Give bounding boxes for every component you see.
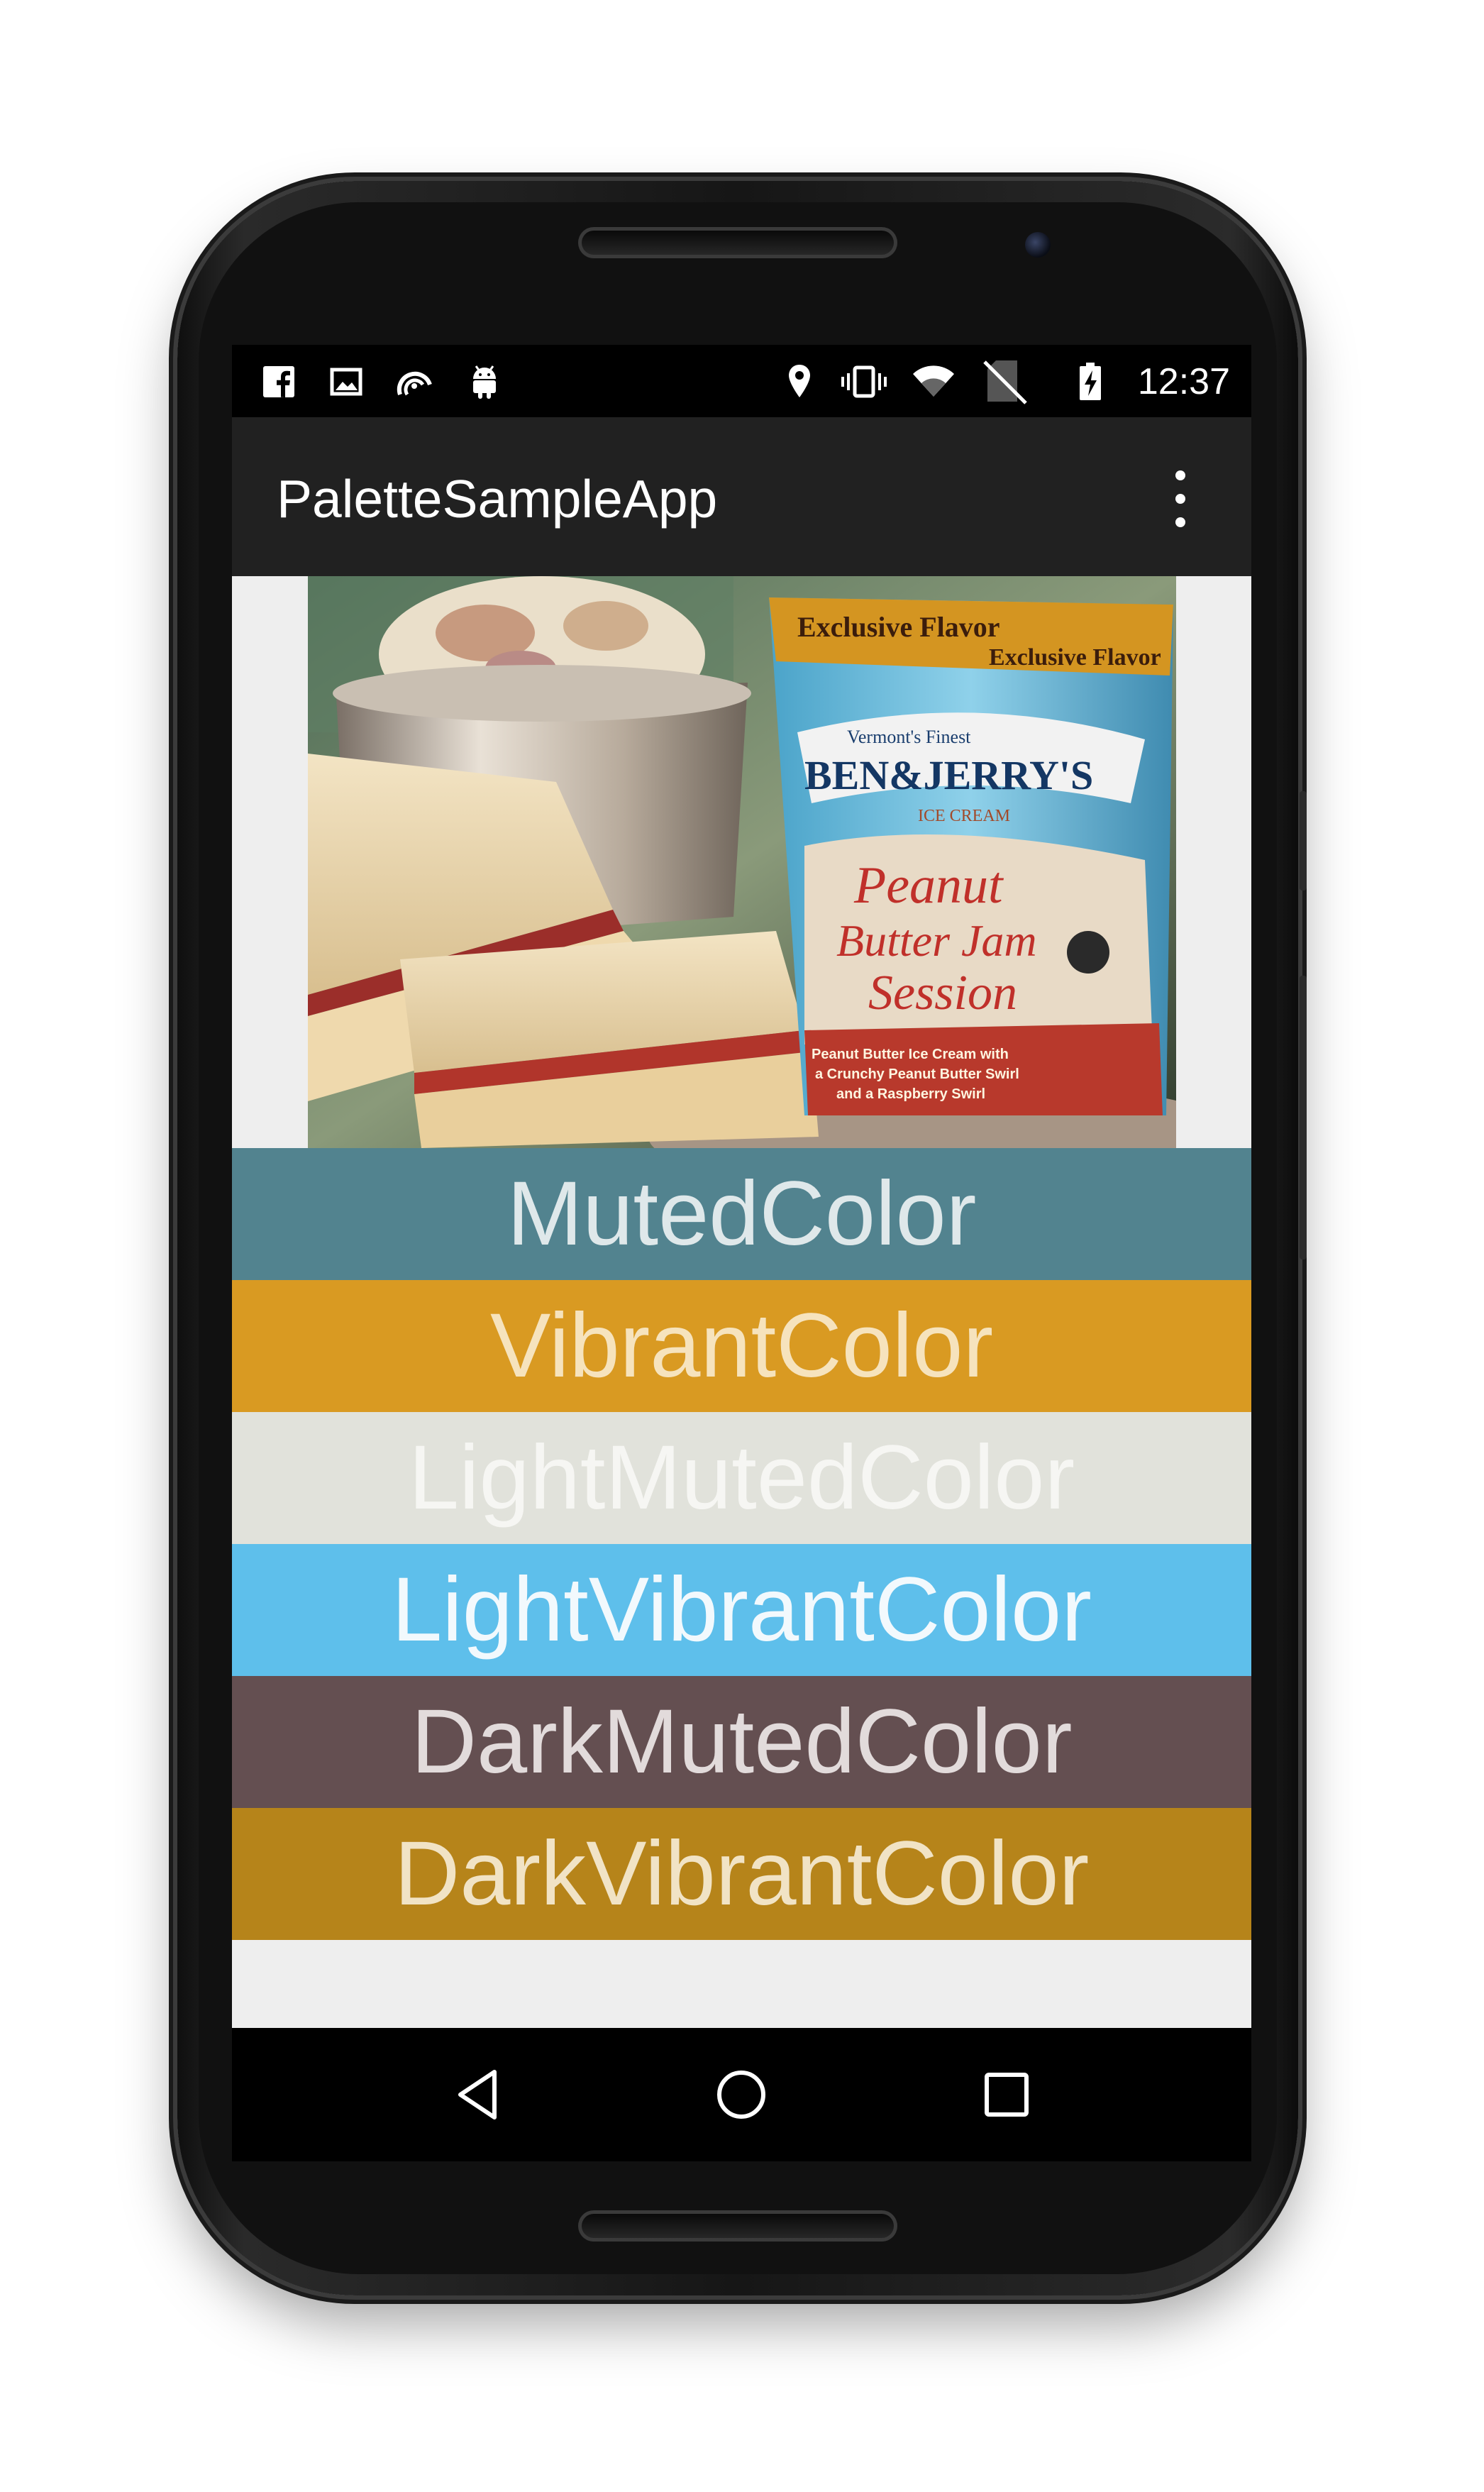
device-screen: 12:37 PaletteSampleApp Exclusive Flavor … bbox=[232, 345, 1251, 2161]
swatch-label: DarkMutedColor bbox=[411, 1691, 1073, 1792]
swatch-light-vibrant: LightVibrantColor bbox=[232, 1544, 1251, 1676]
app-title: PaletteSampleApp bbox=[277, 469, 718, 529]
content-area: Exclusive Flavor Exclusive Flavor Vermon… bbox=[232, 576, 1251, 2028]
facebook-icon bbox=[260, 363, 297, 400]
swatch-label: DarkVibrantColor bbox=[394, 1823, 1090, 1924]
pint-tagline: Vermont's Finest bbox=[847, 727, 971, 747]
power-button bbox=[1300, 791, 1307, 891]
pint-flavor-2: Butter Jam bbox=[836, 915, 1037, 966]
recents-square-icon[interactable] bbox=[971, 2059, 1042, 2130]
sample-photo: Exclusive Flavor Exclusive Flavor Vermon… bbox=[308, 576, 1176, 1148]
menu-dot bbox=[1175, 517, 1185, 527]
android-icon bbox=[466, 363, 503, 400]
back-triangle-icon[interactable] bbox=[443, 2059, 514, 2130]
wifi-icon bbox=[910, 363, 957, 400]
swatch-label: MutedColor bbox=[506, 1163, 977, 1264]
status-bar: 12:37 bbox=[232, 345, 1251, 417]
vibrate-icon bbox=[841, 363, 887, 400]
sync-icon bbox=[394, 363, 436, 400]
no-sim-icon bbox=[980, 360, 1030, 404]
location-icon bbox=[785, 363, 814, 400]
pint-desc-3: and a Raspberry Swirl bbox=[836, 1086, 985, 1102]
pint-subbrand: ICE CREAM bbox=[918, 807, 1010, 825]
home-circle-icon[interactable] bbox=[706, 2059, 777, 2130]
volume-button bbox=[1300, 976, 1307, 1259]
top-speaker-grille bbox=[578, 227, 897, 258]
navigation-bar bbox=[232, 2028, 1251, 2161]
swatch-dark-vibrant: DarkVibrantColor bbox=[232, 1808, 1251, 1940]
pint-desc-1: Peanut Butter Ice Cream with bbox=[812, 1047, 1009, 1062]
swatch-label: LightMutedColor bbox=[408, 1427, 1075, 1528]
battery-charging-icon bbox=[1076, 363, 1104, 400]
app-toolbar: PaletteSampleApp bbox=[232, 417, 1251, 576]
swatch-light-muted: LightMutedColor bbox=[232, 1412, 1251, 1544]
image-icon bbox=[328, 363, 365, 400]
swatch-label: LightVibrantColor bbox=[392, 1559, 1092, 1660]
front-camera bbox=[1025, 232, 1051, 258]
bottom-speaker-grille bbox=[578, 2210, 897, 2242]
swatch-label: VibrantColor bbox=[489, 1295, 994, 1396]
status-time: 12:37 bbox=[1137, 361, 1230, 402]
pint-banner-2: Exclusive Flavor bbox=[989, 644, 1161, 671]
swatch-muted: MutedColor bbox=[232, 1148, 1251, 1280]
more-vert-icon[interactable] bbox=[1166, 470, 1195, 527]
menu-dot bbox=[1175, 494, 1185, 504]
pint-desc-2: a Crunchy Peanut Butter Swirl bbox=[815, 1066, 1019, 1082]
pint-banner-1: Exclusive Flavor bbox=[797, 611, 1000, 643]
pint-flavor-3: Session bbox=[868, 966, 1017, 1020]
swatch-dark-muted: DarkMutedColor bbox=[232, 1676, 1251, 1808]
menu-dot bbox=[1175, 470, 1185, 480]
swatch-vibrant: VibrantColor bbox=[232, 1280, 1251, 1412]
pint-brand: BEN&JERRY'S bbox=[804, 752, 1093, 798]
pint-flavor-1: Peanut bbox=[853, 856, 1004, 915]
